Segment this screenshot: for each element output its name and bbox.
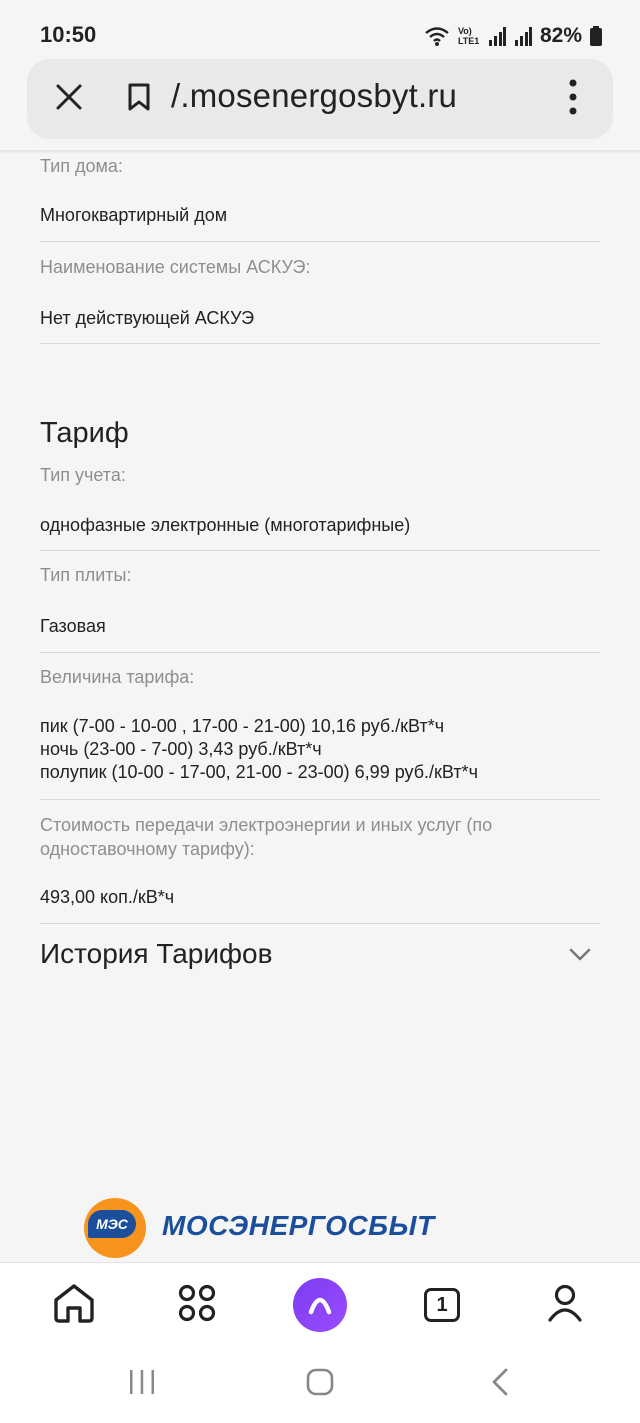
divider <box>40 923 600 924</box>
logo-text: МОСЭНЕРГОСБЫТ <box>162 1210 435 1241</box>
recent-apps-button[interactable] <box>120 1364 164 1404</box>
apps-button[interactable] <box>157 1263 237 1347</box>
field-askue: Наименование системы АСКУЭ: Нет действую… <box>40 242 600 344</box>
alice-icon <box>293 1278 347 1332</box>
history-title: История Тарифов <box>40 938 273 969</box>
field-label: Тип учета: <box>40 465 126 485</box>
field-label: Величина тарифа: <box>40 667 195 687</box>
battery-icon <box>590 26 602 46</box>
field-label: Тип дома: <box>40 156 123 176</box>
chevron-down-icon <box>568 942 592 966</box>
address-bar: /.mosenergosbyt.ru <box>27 59 613 139</box>
field-metering-type: Тип учета: однофазные электронные (много… <box>40 462 600 550</box>
system-home-icon <box>306 1368 334 1401</box>
system-home-button[interactable] <box>298 1364 342 1404</box>
field-value: Нет действующей АСКУЭ <box>40 308 255 328</box>
logo-badge: МЭС <box>88 1210 136 1238</box>
field-value: 493,00 коп./кВ*ч <box>40 887 175 907</box>
user-icon <box>547 1284 583 1327</box>
close-button[interactable] <box>49 79 89 119</box>
bookmark-button[interactable] <box>119 79 159 119</box>
more-vertical-icon <box>569 79 577 120</box>
divider <box>40 343 600 344</box>
system-navigation-bar <box>0 1346 640 1423</box>
field-label: Наименование системы АСКУЭ: <box>40 257 311 277</box>
field-value: однофазные электронные (многотарифные) <box>40 515 411 535</box>
tabs-count-icon: 1 <box>424 1288 460 1322</box>
back-icon <box>490 1368 510 1401</box>
signal-icon-1 <box>488 26 506 46</box>
network-label: Vo) LTE1 <box>457 26 480 46</box>
status-time: 10:50 <box>40 22 97 47</box>
signal-icon-2 <box>514 26 532 46</box>
field-value: Многоквартирный дом <box>40 205 228 225</box>
tabs-button[interactable]: 1 <box>402 1263 482 1347</box>
home-button[interactable] <box>34 1263 114 1347</box>
wifi-icon <box>424 25 450 47</box>
field-transfer-cost: Стоимость передачи электроэнергии и иных… <box>40 800 600 923</box>
recent-apps-icon <box>128 1369 156 1400</box>
browser-toolbar: 1 <box>0 1262 640 1346</box>
battery-percent: 82% <box>539 24 582 47</box>
tariff-line-semipeak: полупик (10-00 - 17-00, 21-00 - 23-00) 6… <box>40 762 478 782</box>
tariff-line-night: ночь (23-00 - 7-00) 3,43 руб./кВт*ч <box>40 739 322 759</box>
home-icon <box>52 1282 96 1329</box>
menu-button[interactable] <box>553 77 593 121</box>
alice-assistant-button[interactable] <box>280 1263 360 1347</box>
field-label: Стоимость передачи электроэнергии и иных… <box>40 815 493 859</box>
system-back-button[interactable] <box>478 1364 522 1404</box>
field-value: Газовая <box>40 616 106 636</box>
mosenergosbyt-logo: МЭС МОСЭНЕРГОСБЫТ <box>82 1196 442 1260</box>
close-icon <box>55 83 83 116</box>
section-title-tariff: Тариф <box>40 417 129 449</box>
url-text[interactable]: /.mosenergosbyt.ru <box>171 77 551 115</box>
tariff-line-peak: пик (7-00 - 10-00 , 17-00 - 21-00) 10,16… <box>40 716 445 736</box>
tariff-history-toggle[interactable]: История Тарифов <box>40 934 600 978</box>
status-bar: 10:50 Vo) LTE1 82% <box>0 0 640 60</box>
bookmark-icon <box>127 82 151 117</box>
grid-icon <box>178 1284 216 1327</box>
field-label: Тип плиты: <box>40 565 132 585</box>
profile-button[interactable] <box>525 1263 605 1347</box>
field-stove-type: Тип плиты: Газовая <box>40 551 600 652</box>
field-house-type: Тип дома: Многоквартирный дом <box>40 154 600 242</box>
status-icons: Vo) LTE1 82% <box>424 22 602 50</box>
field-tariff-value: Величина тарифа: пик (7-00 - 10-00 , 17-… <box>40 653 600 799</box>
